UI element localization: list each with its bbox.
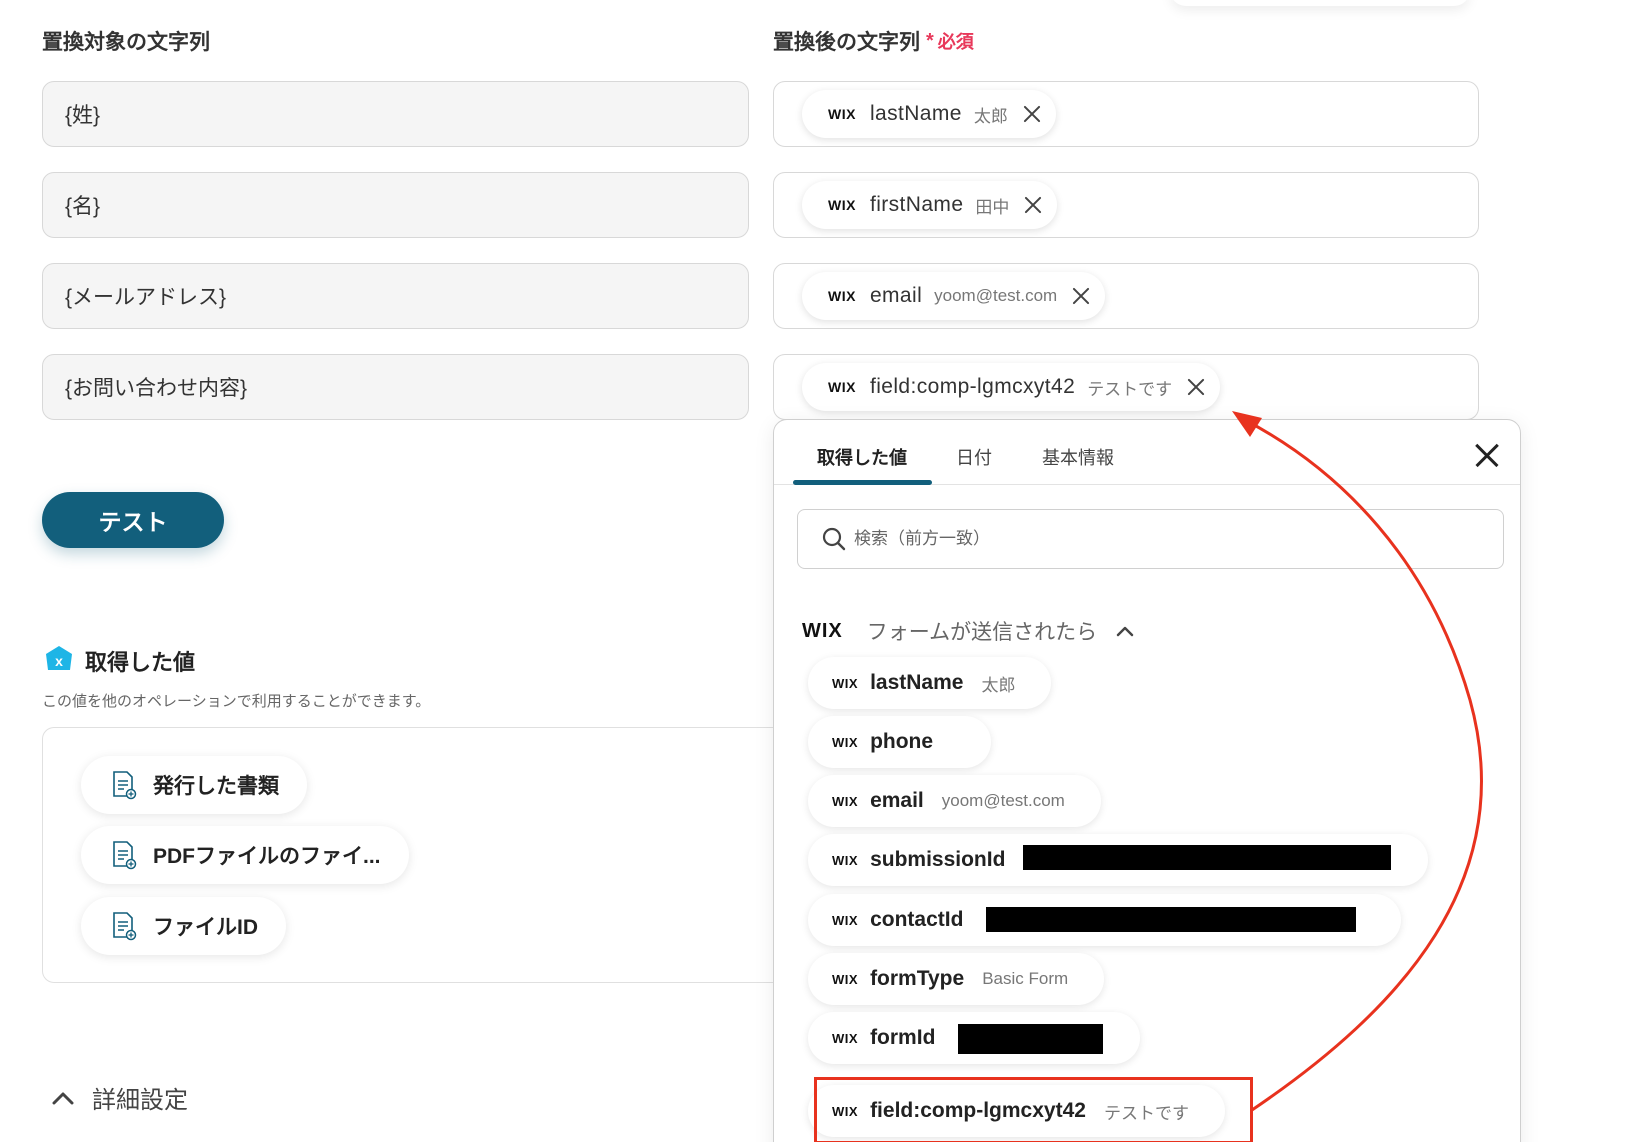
value-chip[interactable]: WIX email yoom@test.com — [802, 272, 1106, 320]
option-formid[interactable]: WIX formId — [808, 1012, 1140, 1064]
value-chip[interactable]: WIX field:comp-lgmcxyt42 テストです — [802, 363, 1221, 411]
wix-logo-icon: WIX — [828, 197, 856, 213]
option-key: lastName — [870, 671, 964, 694]
option-key: contactId — [870, 908, 964, 931]
value-chip[interactable]: WIX lastName 太郎 — [802, 90, 1056, 138]
chevron-up-icon — [52, 1092, 74, 1104]
advanced-settings-toggle[interactable]: 詳細設定 — [52, 1080, 188, 1115]
chip-value: 太郎 — [973, 106, 1008, 126]
option-key: phone — [870, 730, 934, 753]
tab-date[interactable]: 日付 — [956, 444, 992, 470]
document-icon — [113, 771, 137, 800]
option-key: formId — [870, 1026, 936, 1049]
picker-tabs: 取得した値 日付 基本情報 — [774, 420, 1520, 485]
option-value: yoom@test.com — [941, 791, 1065, 810]
advanced-settings-label: 詳細設定 — [92, 1087, 188, 1114]
wix-logo-icon: WIX — [832, 912, 859, 928]
highlight-annotation-box — [814, 1077, 1253, 1142]
replacement-field-1[interactable]: WIX lastName 太郎 — [773, 81, 1479, 147]
chip-value: yoom@test.com — [934, 286, 1058, 305]
replacement-field-2[interactable]: WIX firstName 田中 — [773, 172, 1479, 238]
redaction-block — [958, 1024, 1103, 1054]
close-icon[interactable] — [1474, 442, 1500, 468]
acquired-values-list: 発行した書類 PDFファイルのファイ... ファイルID — [42, 727, 782, 983]
target-field-text: {メールアドレス} — [65, 286, 227, 309]
output-badge-icon: x — [46, 646, 72, 670]
output-label: PDFファイルのファイ... — [153, 845, 381, 868]
target-field-text: {お問い合わせ内容} — [65, 377, 248, 400]
upper-overlay-edge — [1170, 0, 1470, 6]
wix-logo-icon: WIX — [832, 971, 859, 987]
group-title: フォームが送信されたら — [866, 621, 1098, 644]
option-email[interactable]: WIX email yoom@test.com — [808, 775, 1101, 827]
search-icon — [822, 527, 846, 551]
output-badge-letter: x — [55, 653, 63, 669]
acquired-values-description: この値を他のオペレーションで利用することができます。 — [42, 693, 431, 710]
required-label: 必須 — [937, 32, 974, 52]
wix-logo-icon: WIX — [828, 106, 856, 122]
target-field-text: {名} — [65, 195, 101, 218]
option-lastname[interactable]: WIX lastName 太郎 — [808, 657, 1052, 709]
option-value: 太郎 — [981, 675, 1016, 695]
chip-value: テストです — [1087, 379, 1173, 399]
replace-target-heading: 置換対象の文字列 — [42, 31, 210, 54]
chip-key: firstName — [869, 193, 964, 216]
tab-acquired-values[interactable]: 取得した値 — [817, 444, 907, 470]
replacement-heading: 置換後の文字列 * 必須 — [773, 26, 974, 56]
chip-key: lastName — [869, 102, 962, 125]
target-field-4[interactable]: {お問い合わせ内容} — [42, 354, 749, 420]
value-picker-panel: 取得した値 日付 基本情報 WIX フォームが送信されたら WIX lastNa… — [773, 419, 1521, 1142]
output-chip[interactable]: ファイルID — [81, 897, 286, 955]
close-icon[interactable] — [1184, 376, 1206, 398]
option-key: submissionId — [870, 848, 1006, 871]
output-chip[interactable]: PDFファイルのファイ... — [81, 826, 409, 884]
close-icon[interactable] — [1020, 103, 1042, 125]
target-field-3[interactable]: {メールアドレス} — [42, 263, 749, 329]
output-chip[interactable]: 発行した書類 — [81, 756, 307, 814]
option-key: formType — [870, 967, 965, 990]
search-input[interactable] — [854, 529, 1414, 549]
wix-logo-icon: WIX — [828, 288, 856, 304]
required-star: * — [926, 29, 934, 52]
wix-logo-icon: WIX — [832, 793, 859, 809]
replacement-field-3[interactable]: WIX email yoom@test.com — [773, 263, 1479, 329]
group-header[interactable]: WIX フォームが送信されたら — [802, 616, 1135, 646]
target-field-2[interactable]: {名} — [42, 172, 749, 238]
wix-logo-icon: WIX — [832, 852, 859, 868]
tab-basic-info[interactable]: 基本情報 — [1042, 444, 1114, 470]
target-field-text: {姓} — [65, 104, 101, 127]
search-box[interactable] — [797, 509, 1504, 569]
acquired-values-title: 取得した値 — [85, 650, 196, 675]
replacement-field-4[interactable]: WIX field:comp-lgmcxyt42 テストです — [773, 354, 1479, 420]
wix-logo-icon: WIX — [832, 1030, 859, 1046]
redaction-block — [1023, 845, 1391, 870]
option-phone[interactable]: WIX phone — [808, 716, 992, 768]
chip-value: 田中 — [975, 197, 1010, 217]
option-submissionid[interactable]: WIX submissionId — [808, 834, 1428, 886]
redaction-block — [986, 907, 1356, 932]
option-value: Basic Form — [982, 969, 1069, 988]
wix-logo-icon: WIX — [832, 734, 859, 750]
target-field-1[interactable]: {姓} — [42, 81, 749, 147]
output-label: 発行した書類 — [153, 775, 279, 798]
option-key: email — [870, 789, 924, 812]
document-icon — [113, 841, 137, 870]
chevron-up-icon[interactable] — [1115, 624, 1135, 638]
chip-key: field:comp-lgmcxyt42 — [869, 375, 1076, 398]
wix-logo-icon: WIX — [802, 619, 843, 642]
value-chip[interactable]: WIX firstName 田中 — [802, 181, 1058, 229]
chip-key: email — [869, 284, 923, 307]
wix-logo-icon: WIX — [828, 379, 856, 395]
replacement-heading-text: 置換後の文字列 — [773, 31, 920, 54]
option-formtype[interactable]: WIX formType Basic Form — [808, 953, 1105, 1005]
wix-logo-icon: WIX — [832, 675, 859, 691]
option-contactid[interactable]: WIX contactId — [808, 894, 1401, 946]
test-button[interactable]: テスト — [42, 492, 224, 548]
active-tab-indicator — [793, 480, 932, 485]
close-icon[interactable] — [1069, 285, 1091, 307]
output-label: ファイルID — [153, 916, 258, 939]
close-icon[interactable] — [1021, 194, 1043, 216]
document-icon — [113, 912, 137, 941]
